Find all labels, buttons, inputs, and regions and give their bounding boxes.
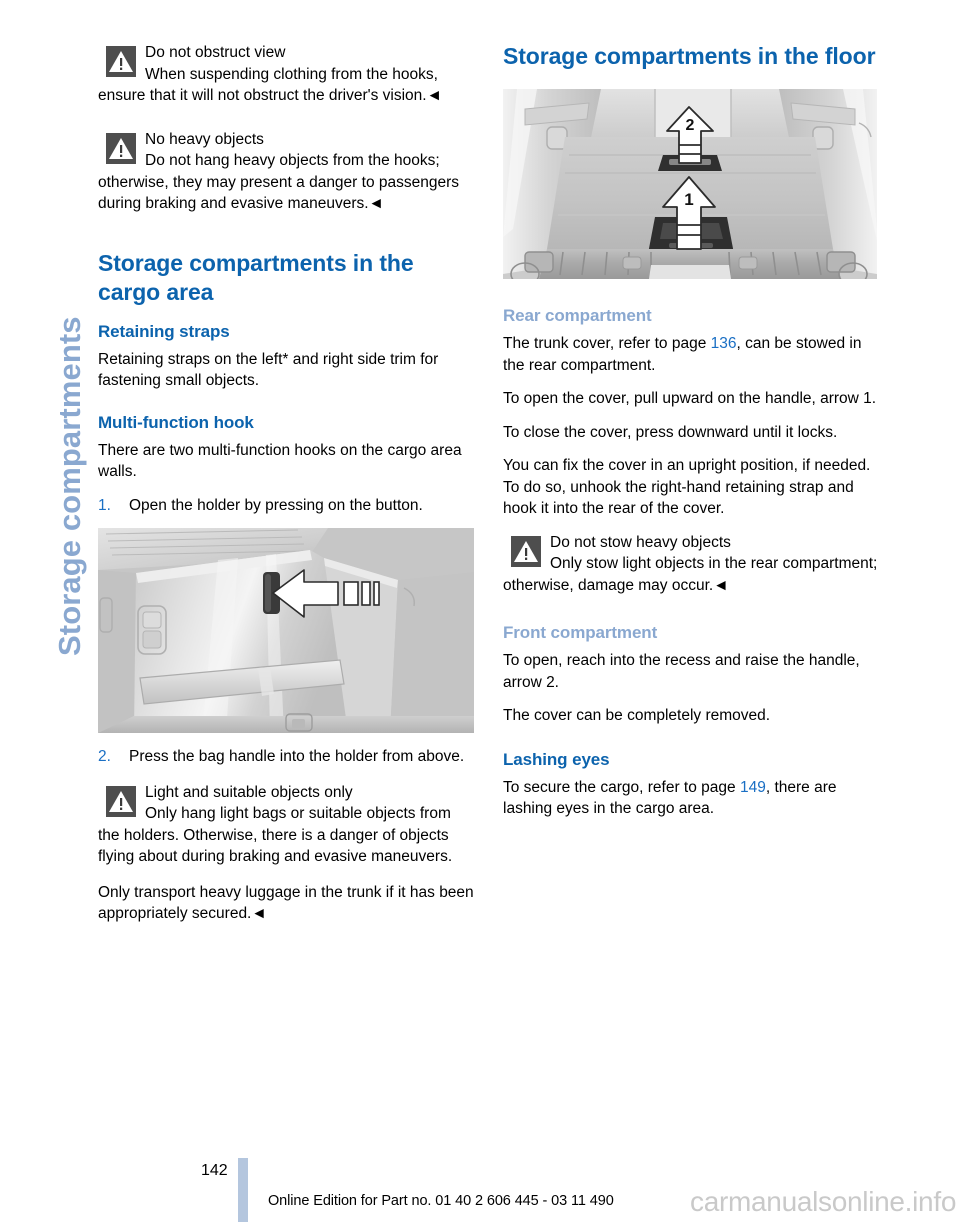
heading-multi-function-hook: Multi-function hook [98,412,254,432]
heading-rear-compartment: Rear compartment [503,306,652,325]
manual-page: Storage compartments Do not obstruct vie… [0,0,960,1222]
warning-content: Do not stow heavy objects Only stow ligh… [503,532,879,597]
section-title-cargo-area: Storage compartments in the cargo area [98,249,414,305]
paragraph-front-cover-removed: The cover can be completely removed. [503,707,771,724]
warning-content: No heavy objects Do not hang heavy objec… [98,129,474,215]
warning-text: When suspending clothing from the hooks,… [98,65,442,105]
cargo-side-trim-illustration [98,528,474,733]
page-reference-149[interactable]: 149 [740,779,766,796]
footer-divider-bar [238,1158,248,1222]
arrow-label-2: 2 [686,117,695,134]
chapter-side-tab-label: Storage compartments [52,316,87,656]
step-text: Press the bag handle into the holder fro… [129,748,465,765]
paragraph-lashing-eyes: To secure the cargo, refer to page 149, … [503,777,879,820]
arrow-label-1: 1 [684,190,693,209]
warning-content: Light and suitable objects only Only han… [98,782,474,868]
paragraph-open-cover: To open the cover, pull upward on the ha… [503,390,877,407]
page-number: 142 [201,1162,228,1179]
warning-triangle-icon [106,46,136,77]
warning-no-heavy-objects: No heavy objects Do not hang heavy objec… [98,129,474,215]
step-item-1: 1. Open the holder by pressing on the bu… [98,495,474,517]
warning-do-not-obstruct-view: Do not obstruct view When suspending clo… [98,42,474,107]
warning-triangle-icon [106,785,136,817]
warning-text: Only hang light bags or suitable objects… [98,805,453,865]
text-before-page-ref: To secure the cargo, refer to page [503,778,740,796]
step-text: Open the holder by pressing on the butto… [129,496,423,514]
warning-light-suitable-objects: Light and suitable objects only Only han… [98,782,474,868]
warning-do-not-stow-heavy-objects: Do not stow heavy objects Only stow ligh… [503,532,879,597]
paragraph-retaining-straps: Retaining straps on the left* and right … [98,350,439,390]
section-title-floor: Storage compartments in the floor [503,43,876,69]
warning-title: Do not obstruct view [145,44,286,61]
step-item-2: 2. Press the bag handle into the holder … [98,746,474,768]
warning-text: Only stow light objects in the rear comp… [503,555,878,594]
warning-title: Do not stow heavy objects [550,533,731,551]
warning-triangle-icon [511,535,541,567]
warning-triangle-icon [106,132,136,164]
warning-title: No heavy objects [145,130,264,148]
paragraph-upright-position: You can fix the cover in an upright posi… [503,457,871,517]
figure-multi-function-hook [98,528,474,733]
warning-content: Do not obstruct view When suspending clo… [98,42,474,107]
paragraph-multi-function-hook: There are two multi-function hooks on th… [98,441,462,481]
paragraph-front-open: To open, reach into the recess and raise… [503,652,860,691]
warning-title: Light and suitable objects only [145,783,353,801]
left-column: Do not obstruct view When suspending clo… [98,42,474,937]
watermark-text: carmanualsonline.info [690,1186,957,1217]
step-number: 1. [98,496,111,514]
cargo-floor-illustration: 1 2 [503,89,877,279]
paragraph-close-cover: To close the cover, press downward until… [503,423,838,441]
right-column: Storage compartments in the floor 1 2 Re… [503,42,879,832]
text-before-page-ref: The trunk cover, refer to page [503,335,711,352]
heading-lashing-eyes: Lashing eyes [503,749,610,769]
paragraph-trunk-cover: The trunk cover, refer to page 136, can … [503,333,879,376]
warning-text: Do not hang heavy objects from the hooks… [98,152,460,212]
footer-edition-text: Online Edition for Part no. 01 40 2 606 … [268,1193,614,1209]
chapter-side-tab: Storage compartments [0,0,90,700]
page-reference-136[interactable]: 136 [711,335,737,352]
heading-retaining-straps: Retaining straps [98,321,230,341]
step-number: 2. [98,748,111,765]
heading-front-compartment: Front compartment [503,623,658,642]
paragraph-closing-luggage: Only transport heavy luggage in the trun… [98,883,474,923]
figure-floor-compartments: 1 2 [503,89,879,279]
